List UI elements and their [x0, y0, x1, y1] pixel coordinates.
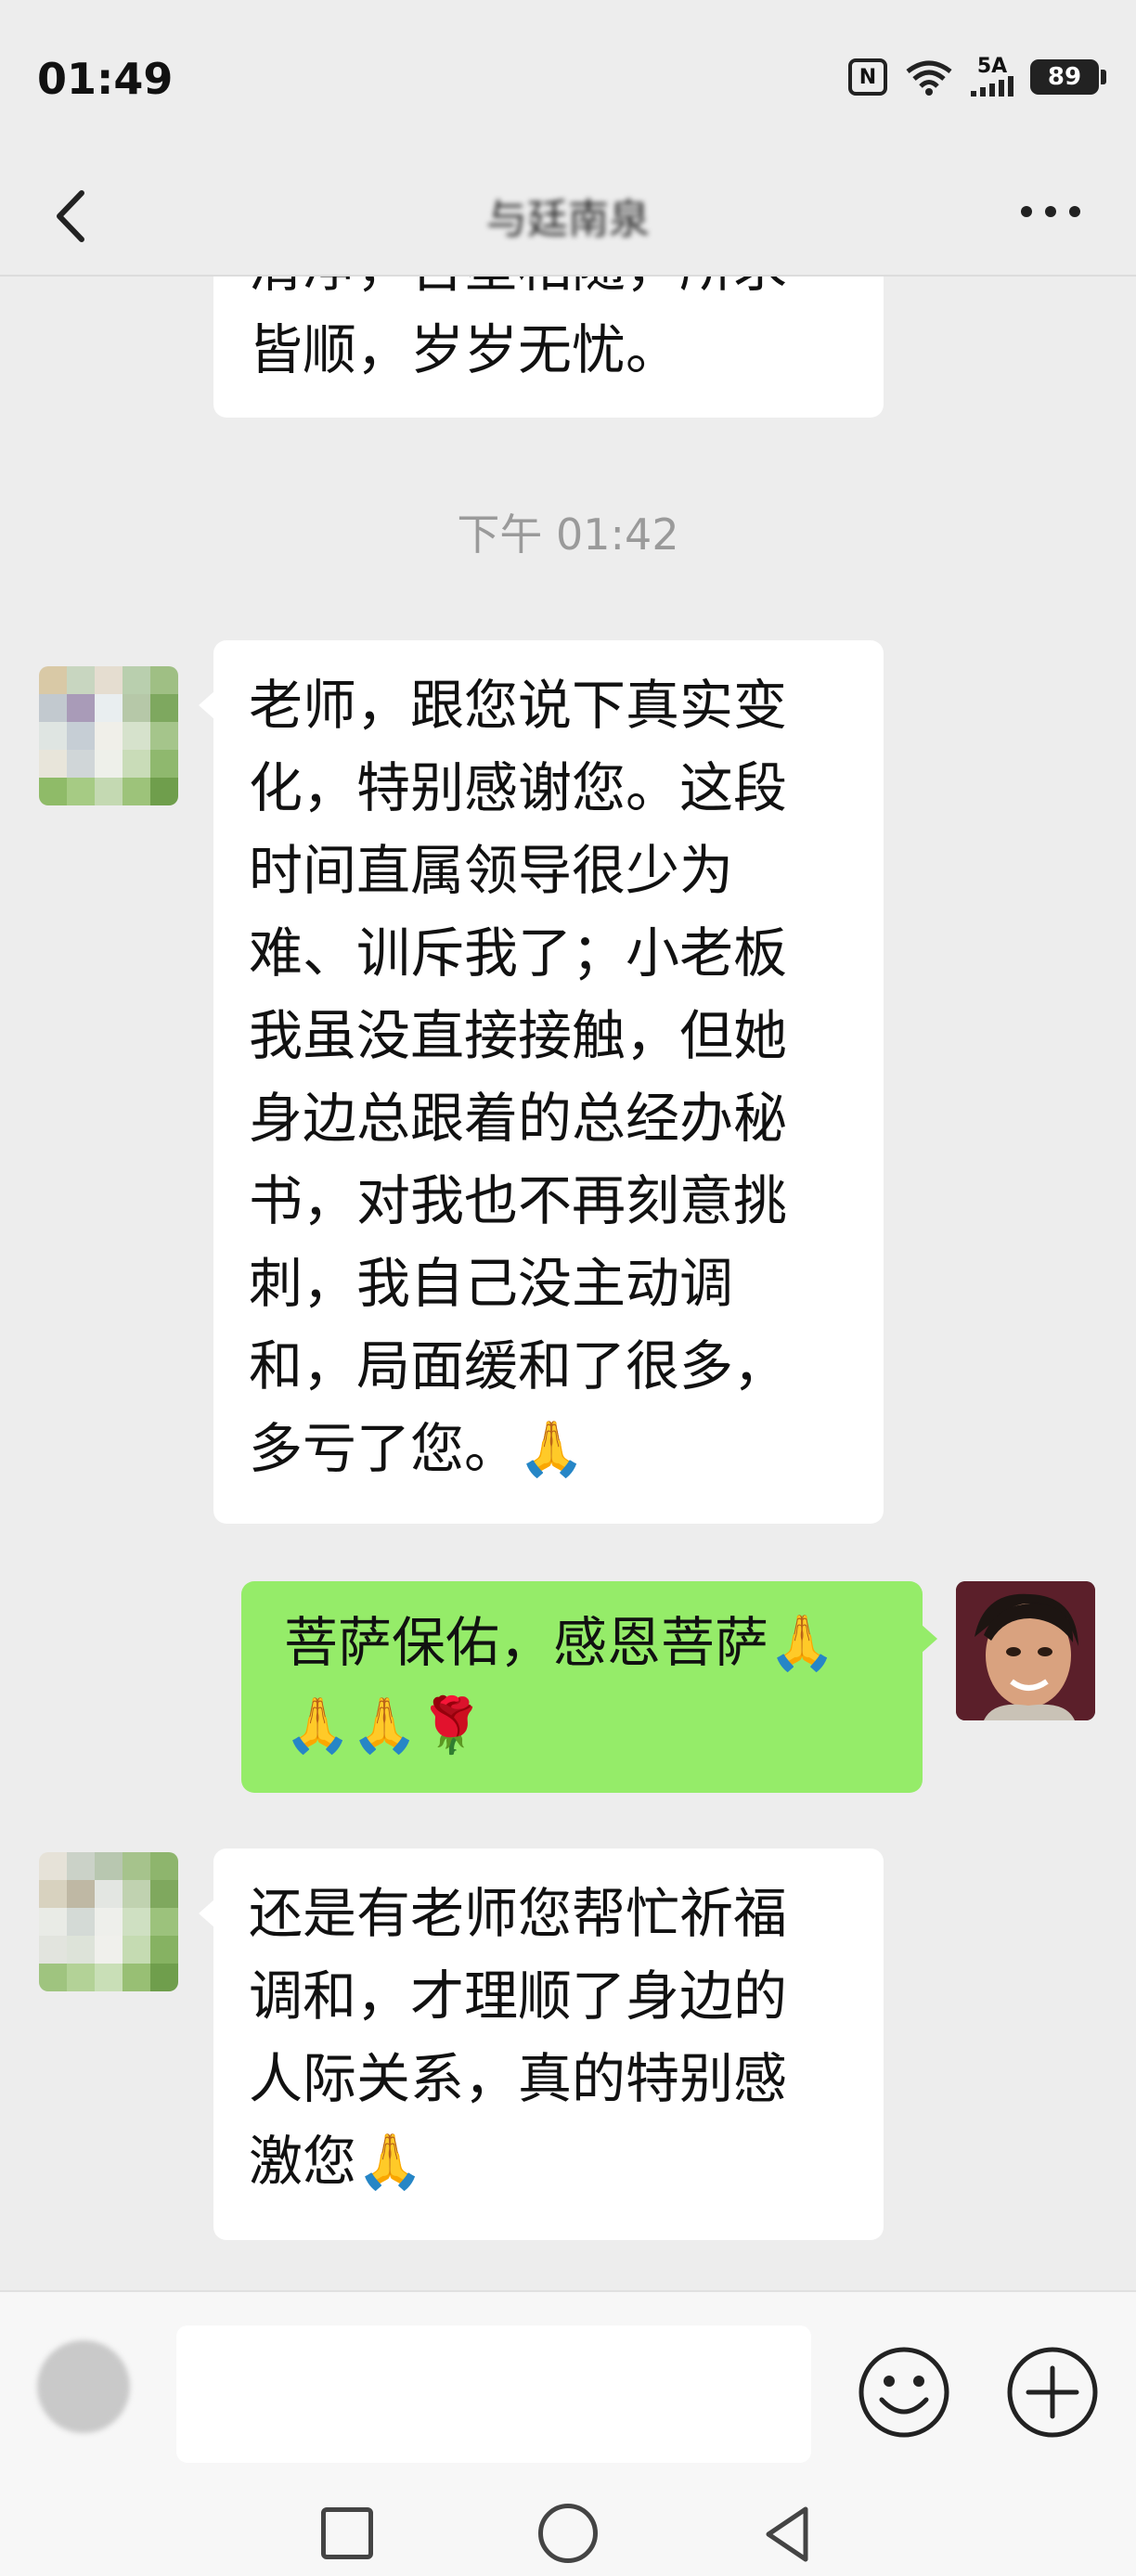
battery-icon: 89: [1030, 59, 1106, 95]
status-time: 01:49: [37, 54, 174, 104]
recent-apps-icon[interactable]: [321, 2507, 373, 2559]
emoji-icon[interactable]: [856, 2344, 952, 2441]
contact-avatar[interactable]: [39, 1852, 178, 1991]
message-bubble-incoming[interactable]: 还是有老师您帮忙祈福 调和，才理顺了身边的 人际关系，真的特别感 激您🙏: [199, 1848, 884, 2240]
more-options-icon[interactable]: [1021, 206, 1080, 217]
status-bar: 01:49 N 5A 89: [0, 0, 1136, 158]
user-avatar[interactable]: [956, 1581, 1095, 1720]
message-bubble-outgoing[interactable]: 菩萨保佑，感恩菩萨🙏 🙏🙏🌹: [241, 1581, 937, 1793]
message-timestamp: 下午 01:42: [457, 509, 679, 560]
status-icons: N 5A 89: [848, 57, 1106, 97]
cellular-signal-icon: 5A: [971, 57, 1013, 97]
nfc-icon: N: [848, 58, 887, 96]
chat-header: 与廷南泉: [0, 158, 1136, 277]
message-bubble-incoming[interactable]: 老师，跟您说下真实变 化，特别感谢您。这段 时间直属领导很少为 难、训斥我了；小…: [199, 640, 884, 1524]
message-text-input[interactable]: [176, 2325, 811, 2463]
voice-input-icon[interactable]: [37, 2340, 130, 2433]
message-input-bar: [0, 2290, 1136, 2485]
user-photo-icon: [956, 1581, 1095, 1720]
add-attachment-icon[interactable]: [1004, 2344, 1101, 2441]
system-navigation-bar: [0, 2483, 1136, 2576]
wifi-icon: [906, 60, 952, 96]
chat-title: 与廷南泉: [486, 196, 650, 243]
home-icon[interactable]: [538, 2504, 598, 2563]
message-bubble-incoming[interactable]: 清净，吉星相随，所求 皆顺，岁岁无忧。: [213, 277, 884, 418]
system-back-icon[interactable]: [759, 2502, 815, 2567]
contact-avatar[interactable]: [39, 666, 178, 805]
message-list[interactable]: 清净，吉星相随，所求 皆顺，岁岁无忧。 下午 01:42 老师，跟您说下真实变 …: [0, 277, 1136, 2290]
